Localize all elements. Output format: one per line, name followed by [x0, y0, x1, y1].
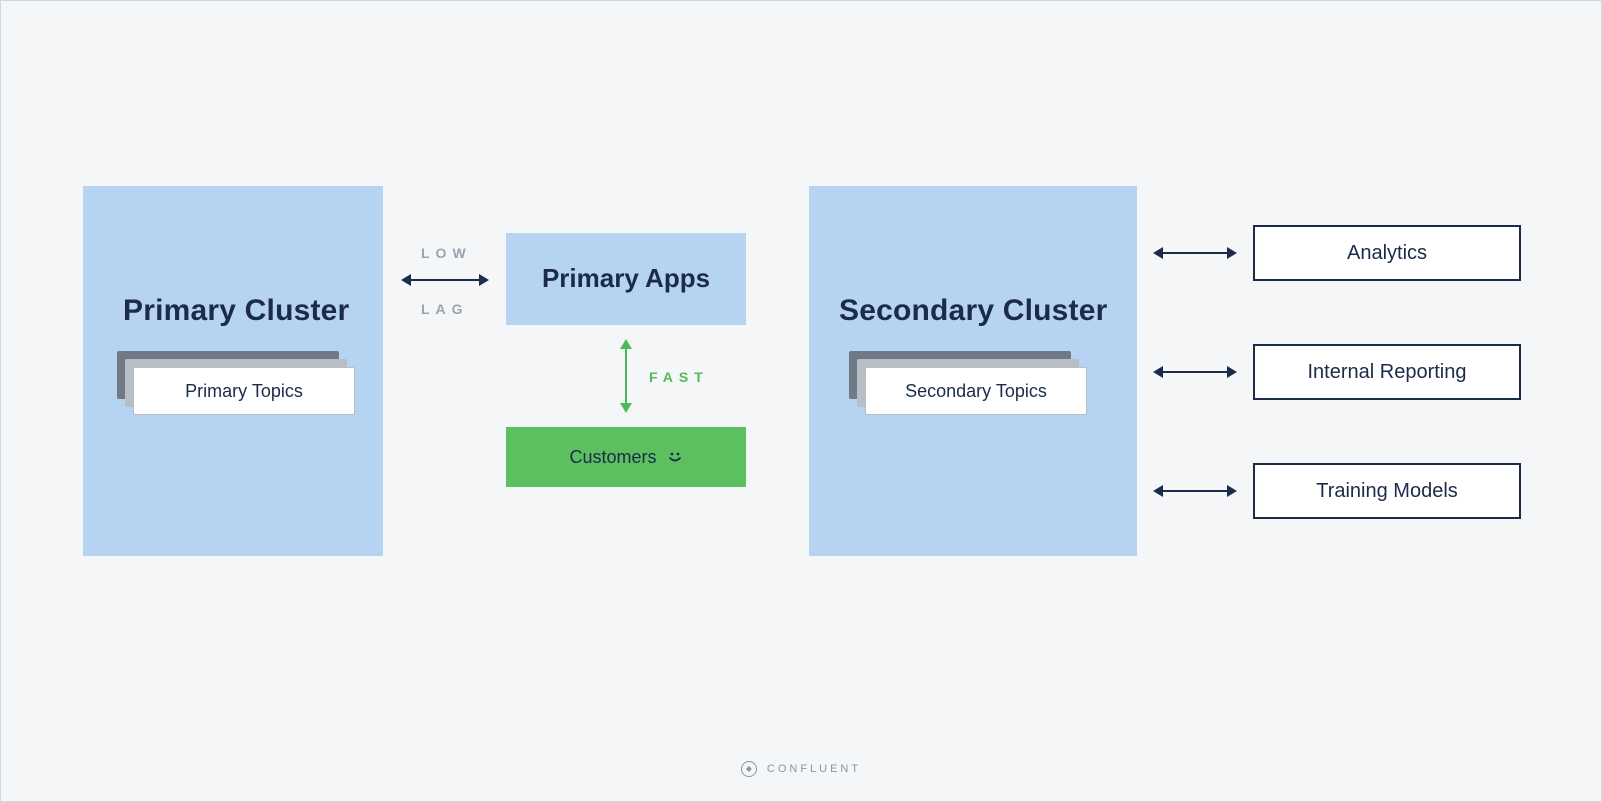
footer: CONFLUENT — [1, 761, 1601, 777]
footer-brand: CONFLUENT — [767, 763, 861, 775]
secondary-cluster-title: Secondary Cluster — [839, 294, 1108, 328]
label-lag: LAG — [421, 301, 469, 317]
training-models-box: Training Models — [1253, 463, 1521, 519]
diagram-frame: Primary Cluster Primary Topics LOW LAG P… — [0, 0, 1602, 802]
diagram-canvas: Primary Cluster Primary Topics LOW LAG P… — [1, 1, 1601, 801]
arrow-to-analytics — [1155, 252, 1235, 254]
arrow-primary-to-apps — [403, 279, 487, 281]
secondary-topics-stack: Secondary Topics — [849, 351, 1089, 417]
primary-topics-label: Primary Topics — [185, 381, 303, 402]
analytics-label: Analytics — [1347, 242, 1427, 265]
stack-card-front: Primary Topics — [133, 367, 355, 415]
label-low: LOW — [421, 245, 472, 261]
training-models-label: Training Models — [1316, 480, 1458, 503]
primary-cluster-title: Primary Cluster — [123, 294, 349, 328]
internal-reporting-label: Internal Reporting — [1308, 361, 1467, 384]
smile-icon — [667, 449, 683, 465]
customers-box: Customers — [506, 427, 746, 487]
customers-label: Customers — [569, 447, 656, 468]
confluent-logo-icon — [741, 761, 757, 777]
arrow-apps-to-customers — [625, 341, 627, 411]
arrow-to-training-models — [1155, 490, 1235, 492]
primary-topics-stack: Primary Topics — [117, 351, 357, 417]
internal-reporting-box: Internal Reporting — [1253, 344, 1521, 400]
stack-card-front: Secondary Topics — [865, 367, 1087, 415]
primary-apps-title: Primary Apps — [533, 263, 719, 294]
analytics-box: Analytics — [1253, 225, 1521, 281]
label-fast: FAST — [649, 369, 709, 385]
arrow-to-internal-reporting — [1155, 371, 1235, 373]
secondary-topics-label: Secondary Topics — [905, 381, 1047, 402]
